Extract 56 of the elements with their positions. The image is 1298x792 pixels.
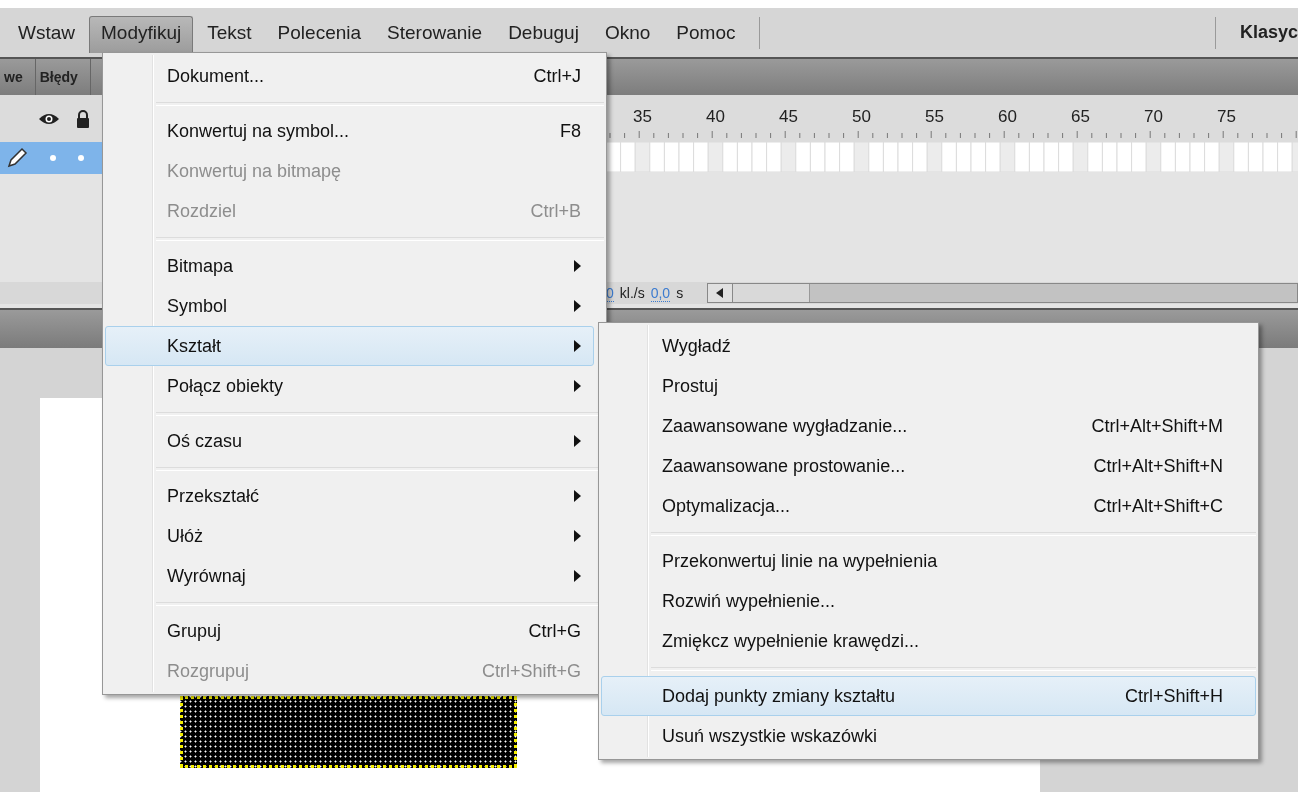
submenu-arrow-icon (574, 380, 581, 392)
menu-item[interactable]: Dodaj punkty zmiany kształtu Ctrl+Shift+H (601, 676, 1256, 716)
menu-item[interactable]: Prostuj (601, 366, 1256, 406)
menu-item[interactable]: Przekonwertuj linie na wypełnienia (601, 541, 1256, 581)
scroll-thumb[interactable] (733, 284, 811, 302)
submenu-arrow-icon (574, 490, 581, 502)
lock-icon[interactable] (76, 109, 90, 128)
menu-item[interactable]: Przekształć (105, 476, 594, 516)
fps-unit: kl./s (619, 285, 645, 301)
menu-item[interactable]: Połącz obiekty (105, 366, 594, 406)
frame-number: 50 (852, 106, 872, 123)
workspace-label[interactable]: Klasyc (1239, 22, 1298, 43)
frame-number: 75 (1217, 106, 1237, 123)
menu-item[interactable]: Rozwiń wypełnienie... (601, 581, 1256, 621)
menu-item[interactable]: Ułóż (105, 516, 594, 556)
frame-number: 70 (1144, 106, 1164, 123)
menu-item[interactable]: Kształt (105, 326, 594, 366)
menu-item[interactable]: Tekst (195, 15, 264, 50)
frame-number: 35 (633, 106, 653, 123)
frame-number: 65 (1071, 106, 1091, 123)
frame-cells[interactable] (606, 142, 1298, 172)
menu-item[interactable]: Debuguj (496, 15, 591, 50)
time-unit: s (676, 285, 684, 301)
menu-item[interactable]: Wstaw (6, 15, 87, 50)
menu-item[interactable]: Symbol (105, 286, 594, 326)
submenu-arrow-icon (574, 435, 581, 447)
submenu-arrow-icon (574, 300, 581, 312)
submenu-arrow-icon (574, 530, 581, 542)
menu-item[interactable]: Sterowanie (375, 15, 495, 50)
pencil-icon (6, 147, 28, 169)
frame-number: 45 (779, 106, 799, 123)
menu-item[interactable]: Zaawansowane prostowanie... Ctrl+Alt+Shift+N (601, 446, 1256, 486)
menu-item[interactable]: Polecenia (265, 15, 374, 50)
menu-item[interactable]: Dokument... Ctrl+J (105, 56, 594, 96)
scroll-left-icon[interactable] (716, 288, 725, 298)
menu-item[interactable]: Bitmapa (105, 246, 594, 286)
frame-number: 40 (706, 106, 726, 123)
menu-item[interactable]: Zaawansowane wygładzanie... Ctrl+Alt+Shift+M (601, 406, 1256, 446)
menu-item[interactable]: Okno (592, 15, 663, 50)
menu-item[interactable]: Pomoc (664, 15, 748, 50)
frame-number: 60 (998, 106, 1018, 123)
menu-item[interactable]: Optymalizacja... Ctrl+Alt+Shift+C (601, 486, 1256, 526)
eye-icon[interactable] (38, 111, 60, 126)
frame-number: 55 (925, 106, 945, 123)
submenu-arrow-icon (574, 340, 581, 352)
menu-item[interactable]: Wygładź (601, 326, 1256, 366)
menu-item[interactable]: Usuń wszystkie wskazówki (601, 716, 1256, 756)
menu-item[interactable]: Zmiękcz wypełnienie krawędzi... (601, 621, 1256, 661)
submenu-arrow-icon (574, 570, 581, 582)
submenu-arrow-icon (574, 260, 581, 272)
menu-item[interactable]: Konwertuj na symbol... F8 (105, 111, 594, 151)
scrollbar[interactable] (707, 283, 1298, 303)
menu-item[interactable]: Wyrównaj (105, 556, 594, 596)
menu-item[interactable]: Grupuj Ctrl+G (105, 611, 594, 651)
menu-item[interactable]: Oś czasu (105, 421, 594, 461)
menu-item[interactable]: Modyfikuj (89, 16, 194, 53)
